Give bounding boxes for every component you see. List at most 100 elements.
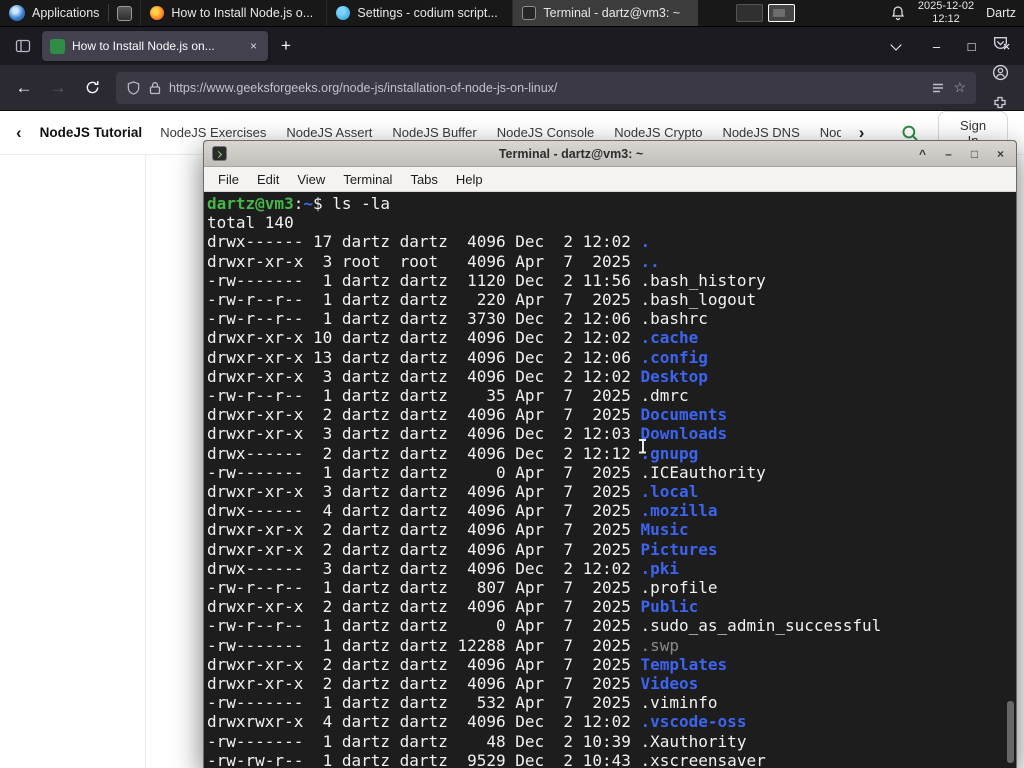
new-tab-button[interactable]: + (272, 32, 300, 60)
terminal-line: -rw-r--r-- 1 dartz dartz 220 Apr 7 2025 … (207, 290, 757, 310)
workspace-pager (736, 4, 796, 22)
terminal-scrollbar-thumb[interactable] (1007, 701, 1014, 763)
firefox-icon (150, 6, 165, 20)
workspace-2[interactable] (768, 4, 796, 22)
terminal-line: -rw------- 1 dartz dartz 1120 Dec 2 11:5… (207, 270, 766, 290)
terminal-line: drwx------ 17 dartz dartz 4096 Dec 2 12:… (207, 232, 651, 252)
firefox-view-icon (15, 39, 31, 53)
terminal-minimize-button[interactable]: – (941, 147, 956, 161)
tracking-protection-shield-icon[interactable] (126, 80, 141, 96)
terminal-menu-tabs[interactable]: Tabs (401, 170, 446, 189)
terminal-line: drwxr-xr-x 3 dartz dartz 4096 Apr 7 2025… (207, 482, 699, 502)
terminal-line: -rw------- 1 dartz dartz 48 Dec 2 10:39 … (207, 731, 747, 751)
account-button[interactable] (984, 58, 1016, 88)
terminal-line: dartz@vm3:~$ ls -la (207, 194, 391, 213)
reload-icon (86, 81, 98, 94)
panel-tray: 2025-12-02 12:12 Dartz (890, 0, 1024, 26)
notification-bell-icon[interactable] (890, 5, 906, 21)
site-nav-link[interactable]: NodeJS Assert (286, 125, 372, 140)
workspace-1[interactable] (736, 4, 764, 22)
pocket-icon (993, 37, 1007, 50)
pocket-button[interactable] (984, 28, 1016, 58)
terminal-titlebar[interactable]: Terminal - dartz@vm3: ~ ^ – □ × (204, 141, 1016, 167)
terminal-line: drwx------ 2 dartz dartz 4096 Dec 2 12:1… (207, 443, 699, 463)
applications-menu-label: Applications (32, 6, 100, 20)
tab-bar: How to Install Node.js on... × + – □ × (0, 27, 1024, 65)
terminal-line: -rw------- 1 dartz dartz 12288 Apr 7 202… (207, 635, 680, 655)
terminal-line: drwxr-xr-x 10 dartz dartz 4096 Dec 2 12:… (207, 328, 699, 348)
terminal-menu-edit[interactable]: Edit (248, 170, 288, 189)
user-menu[interactable]: Dartz (986, 6, 1016, 20)
terminal-line: drwxr-xr-x 2 dartz dartz 4096 Apr 7 2025… (207, 674, 699, 694)
terminal-line: drwxr-xr-x 2 dartz dartz 4096 Apr 7 2025… (207, 597, 699, 617)
bookmark-star-icon[interactable]: ☆ (953, 79, 966, 96)
taskbar-button-label: Settings - codium script... (357, 6, 498, 20)
taskbar-button-firefox[interactable]: How to Install Node.js o... (140, 0, 326, 26)
terminal-line: -rw-r--r-- 1 dartz dartz 807 Apr 7 2025 … (207, 578, 718, 598)
terminal-line: drwx------ 4 dartz dartz 4096 Apr 7 2025… (207, 501, 718, 521)
site-nav-link[interactable]: NodeJS Console (497, 125, 595, 140)
codium-icon (336, 6, 351, 20)
account-icon (992, 64, 1008, 81)
taskbar-button-codium[interactable]: Settings - codium script... (326, 0, 512, 26)
terminal-line: drwxrwxr-x 4 dartz dartz 4096 Dec 2 12:0… (207, 712, 747, 732)
terminal-app-icon (212, 146, 227, 161)
page-sidebar-divider (145, 155, 146, 768)
terminal-window-controls: ^ – □ × (915, 147, 1008, 161)
launcher-icon[interactable] (117, 5, 133, 21)
reload-button[interactable] (76, 73, 108, 103)
terminal-line: drwxr-xr-x 2 dartz dartz 4096 Apr 7 2025… (207, 539, 718, 559)
extensions-puzzle-icon (994, 96, 1006, 108)
panel-separator (108, 4, 110, 22)
url-bar[interactable]: https://www.geeksforgeeks.org/node-js/in… (116, 71, 976, 104)
terminal-line: total 140 (207, 213, 294, 233)
firefox-view-button[interactable] (8, 32, 38, 60)
terminal-shade-button[interactable]: ^ (915, 147, 930, 161)
clock-time: 12:12 (932, 13, 960, 25)
forward-button[interactable]: → (42, 73, 74, 103)
terminal-window: Terminal - dartz@vm3: ~ ^ – □ × File Edit… (203, 140, 1017, 768)
terminal-line: -rw-r--r-- 1 dartz dartz 35 Apr 7 2025 .… (207, 386, 689, 406)
site-nav-link[interactable]: Node (820, 125, 841, 140)
terminal-line: drwxr-xr-x 2 dartz dartz 4096 Apr 7 2025… (207, 520, 689, 540)
tab-close-icon[interactable]: × (247, 39, 260, 53)
list-all-tabs-icon[interactable] (889, 39, 903, 53)
site-nav-link[interactable]: NodeJS Buffer (392, 125, 476, 140)
text-cursor-icon (638, 438, 647, 454)
browser-tab[interactable]: How to Install Node.js on... × (42, 31, 268, 61)
clock-date: 2025-12-02 (917, 0, 975, 12)
site-nav-prev-icon[interactable]: ‹ (16, 123, 22, 143)
terminal-line: -rw------- 1 dartz dartz 0 Apr 7 2025 .I… (207, 462, 766, 482)
terminal-menu-help[interactable]: Help (447, 170, 492, 189)
terminal-line: drwx------ 3 dartz dartz 4096 Dec 2 12:0… (207, 558, 680, 578)
terminal-line: -rw-r--r-- 1 dartz dartz 0 Apr 7 2025 .s… (207, 616, 882, 636)
terminal-line: drwxr-xr-x 3 root root 4096 Apr 7 2025 .… (207, 251, 660, 271)
terminal-menu-file[interactable]: File (209, 170, 248, 189)
applications-menu[interactable]: Applications (0, 0, 108, 26)
panel-clock[interactable]: 2025-12-02 12:12 (918, 0, 974, 26)
taskbar-button-terminal[interactable]: Terminal - dartz@vm3: ~ (512, 0, 699, 26)
terminal-line: drwxr-xr-x 2 dartz dartz 4096 Apr 7 2025… (207, 405, 728, 425)
tab-favicon (50, 38, 65, 54)
terminal-menu-view[interactable]: View (288, 170, 334, 189)
terminal-line: -rw-rw-r-- 1 dartz dartz 9529 Dec 2 10:4… (207, 750, 766, 768)
terminal-icon (522, 6, 537, 20)
browser-toolbar: ← → https://www.geeksforgeeks.org/node-j… (0, 37, 1024, 138)
back-button[interactable]: ← (8, 73, 40, 103)
terminal-body[interactable]: dartz@vm3:~$ ls -la total 140 drwx------ 1… (204, 192, 1016, 768)
terminal-menu-terminal[interactable]: Terminal (334, 170, 401, 189)
site-nav-primary-link[interactable]: NodeJS Tutorial (40, 125, 143, 140)
terminal-maximize-button[interactable]: □ (967, 147, 982, 161)
taskbar: How to Install Node.js o... Settings - co… (140, 0, 699, 26)
site-nav-link[interactable]: NodeJS Exercises (160, 125, 266, 140)
terminal-close-button[interactable]: × (993, 147, 1008, 161)
terminal-output: dartz@vm3:~$ ls -la total 140 drwx------ 1… (204, 192, 1016, 768)
reader-mode-icon[interactable] (931, 81, 945, 95)
padlock-icon[interactable] (149, 81, 161, 95)
terminal-line: drwxr-xr-x 3 dartz dartz 4096 Dec 2 12:0… (207, 366, 708, 386)
terminal-line: drwxr-xr-x 3 dartz dartz 4096 Dec 2 12:0… (207, 424, 728, 444)
site-nav-link[interactable]: NodeJS Crypto (614, 125, 702, 140)
top-panel: Applications How to Install Node.js o...… (0, 0, 1024, 27)
site-nav-link[interactable]: NodeJS DNS (722, 125, 799, 140)
browser-minimize-button[interactable]: – (919, 27, 954, 65)
